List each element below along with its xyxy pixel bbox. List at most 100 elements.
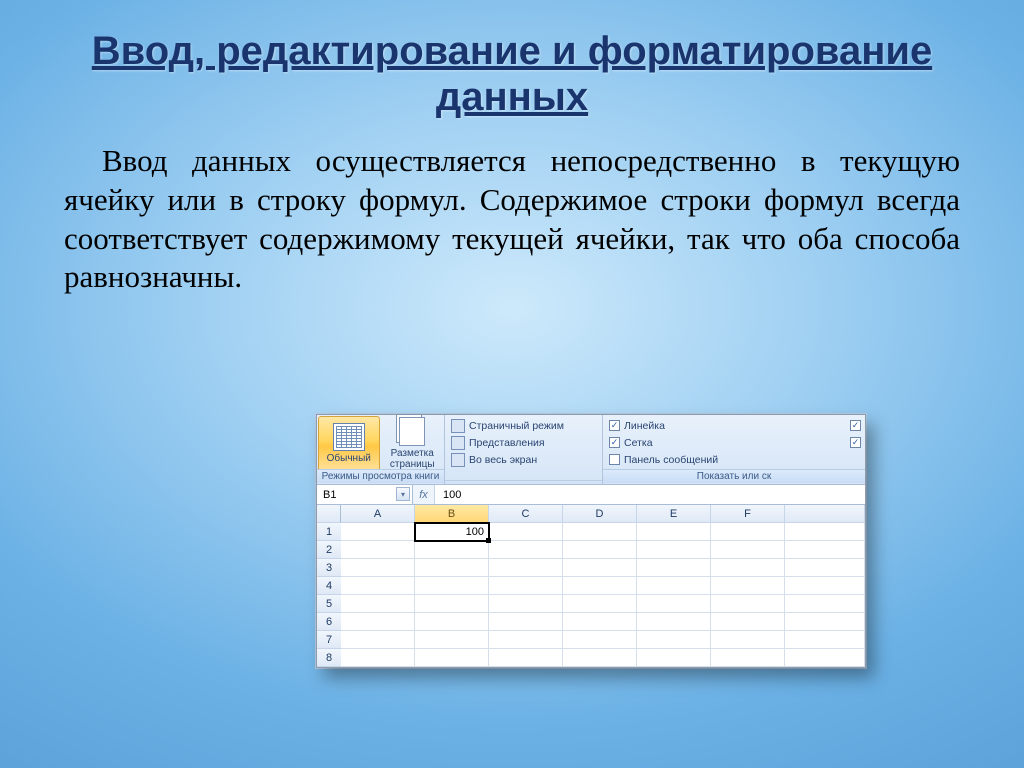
cell[interactable]	[341, 577, 415, 595]
name-box[interactable]: B1 ▾	[317, 485, 413, 504]
fx-icon: fx	[419, 489, 428, 501]
page-icon	[399, 417, 425, 446]
row-header[interactable]: 7	[317, 631, 341, 649]
cell[interactable]	[563, 631, 637, 649]
page-break-label: Страничный режим	[469, 420, 564, 432]
col-header[interactable]: E	[637, 505, 711, 523]
message-bar-label: Панель сообщений	[624, 454, 718, 466]
cell[interactable]	[711, 523, 785, 541]
cell[interactable]	[785, 559, 865, 577]
cell[interactable]	[711, 631, 785, 649]
cell[interactable]	[637, 595, 711, 613]
cell[interactable]	[563, 541, 637, 559]
cell[interactable]	[341, 523, 415, 541]
col-header[interactable]: D	[563, 505, 637, 523]
cell[interactable]	[341, 595, 415, 613]
gridlines-label: Сетка	[624, 437, 653, 449]
col-header[interactable]: C	[489, 505, 563, 523]
cell[interactable]	[489, 523, 563, 541]
message-bar-checkbox[interactable]	[609, 454, 620, 465]
col-header[interactable]	[785, 505, 865, 523]
cell[interactable]	[637, 631, 711, 649]
ribbon-group-views: Обычный Разметка страницы Режимы просмот…	[317, 415, 445, 484]
cell[interactable]	[563, 523, 637, 541]
cell[interactable]	[563, 559, 637, 577]
name-box-dropdown-icon[interactable]: ▾	[396, 487, 410, 501]
col-header[interactable]: B	[415, 505, 489, 523]
cell[interactable]	[415, 613, 489, 631]
cell[interactable]	[637, 541, 711, 559]
cell[interactable]	[563, 613, 637, 631]
fullscreen-button[interactable]: Во весь экран	[447, 451, 602, 468]
cell[interactable]	[341, 541, 415, 559]
cell[interactable]	[785, 613, 865, 631]
cell[interactable]	[637, 649, 711, 667]
cell[interactable]	[563, 595, 637, 613]
extra-checkbox-1[interactable]: ✓	[850, 420, 861, 431]
spreadsheet-grid: 1 2 3 4 5 6 7 8 A B C D E F 100	[317, 505, 865, 667]
row-header[interactable]: 6	[317, 613, 341, 631]
slide-title: Ввод, редактирование и форматирование да…	[64, 28, 960, 120]
select-all-corner[interactable]	[317, 505, 341, 523]
cell[interactable]	[341, 613, 415, 631]
cell[interactable]	[415, 577, 489, 595]
cell[interactable]	[785, 577, 865, 595]
row-header[interactable]: 4	[317, 577, 341, 595]
page-layout-button[interactable]: Разметка страницы	[382, 416, 444, 471]
cell[interactable]	[711, 595, 785, 613]
normal-view-button[interactable]: Обычный	[318, 416, 380, 471]
formula-value: 100	[443, 489, 461, 501]
cell[interactable]	[563, 577, 637, 595]
formula-bar: B1 ▾ fx 100	[317, 485, 865, 505]
cell[interactable]	[489, 613, 563, 631]
cell[interactable]	[711, 541, 785, 559]
cell[interactable]	[489, 649, 563, 667]
cell[interactable]	[563, 649, 637, 667]
cell[interactable]	[489, 631, 563, 649]
fx-button[interactable]: fx	[413, 485, 435, 504]
cell[interactable]	[785, 595, 865, 613]
cell[interactable]	[711, 649, 785, 667]
cell[interactable]	[785, 541, 865, 559]
cell[interactable]	[637, 523, 711, 541]
cell[interactable]	[711, 577, 785, 595]
row-header[interactable]: 8	[317, 649, 341, 667]
cell[interactable]	[489, 559, 563, 577]
cell[interactable]	[637, 559, 711, 577]
row-header[interactable]: 1	[317, 523, 341, 541]
ribbon-group-show: ✓ Линейка ✓ ✓ Сетка ✓ Панель сообщений П…	[603, 415, 865, 484]
gridlines-checkbox[interactable]: ✓	[609, 437, 620, 448]
cell[interactable]	[637, 613, 711, 631]
row-header[interactable]: 2	[317, 541, 341, 559]
cell[interactable]	[489, 577, 563, 595]
cell[interactable]	[415, 649, 489, 667]
cell[interactable]	[711, 613, 785, 631]
ribbon-group-b: Страничный режим Представления Во весь э…	[445, 415, 603, 484]
cell[interactable]	[415, 631, 489, 649]
col-header[interactable]: A	[341, 505, 415, 523]
cell-selected[interactable]: 100	[415, 523, 489, 541]
cell[interactable]	[341, 559, 415, 577]
cell[interactable]	[785, 631, 865, 649]
cell[interactable]	[415, 595, 489, 613]
row-header[interactable]: 5	[317, 595, 341, 613]
page-break-icon	[451, 419, 465, 433]
cell[interactable]	[415, 559, 489, 577]
cell[interactable]	[489, 595, 563, 613]
cell[interactable]	[785, 649, 865, 667]
cell[interactable]	[415, 541, 489, 559]
extra-checkbox-2[interactable]: ✓	[850, 437, 861, 448]
page-break-preview-button[interactable]: Страничный режим	[447, 417, 602, 434]
col-header[interactable]: F	[711, 505, 785, 523]
cell[interactable]	[341, 649, 415, 667]
cell[interactable]	[711, 559, 785, 577]
row-header[interactable]: 3	[317, 559, 341, 577]
group-views-title: Режимы просмотра книги	[317, 469, 444, 483]
ruler-checkbox[interactable]: ✓	[609, 420, 620, 431]
cell[interactable]	[489, 541, 563, 559]
custom-views-button[interactable]: Представления	[447, 434, 602, 451]
cell[interactable]	[341, 631, 415, 649]
formula-input[interactable]: 100	[435, 485, 865, 504]
cell[interactable]	[637, 577, 711, 595]
cell[interactable]	[785, 523, 865, 541]
